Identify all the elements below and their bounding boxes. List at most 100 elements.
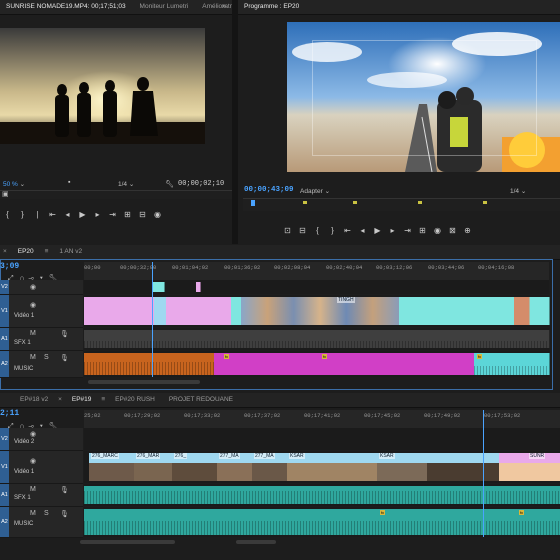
go-out-icon[interactable]: ⇥ [105,210,120,219]
timeline-top-timecode[interactable]: 3;09 [0,262,19,271]
program-fit[interactable]: Adapter ⌄ [300,187,330,195]
video-clip[interactable]: 276_MAR [134,453,173,481]
audio-clip[interactable] [84,486,560,504]
track-id[interactable]: V1 [0,295,9,327]
track-header-a2[interactable]: A2 M S 🎙︎ MUSIC [0,351,83,378]
overwrite-icon[interactable]: ⊟ [135,210,150,219]
close-icon[interactable]: × [56,393,64,407]
audio-clip[interactable] [474,353,550,375]
panel-menu-icon[interactable]: ≡ [42,245,52,259]
mark-clip-icon[interactable]: | [30,210,45,219]
go-in-icon[interactable]: ⇤ [340,226,355,235]
insert-icon[interactable]: ⊞ [415,226,430,235]
tab-1an-v2[interactable]: 1 AN v2 [53,245,88,259]
timeline-top-ruler[interactable]: 00;00 00;00;32;00 00;01;04;02 00;01;36;0… [84,262,549,281]
eye-icon[interactable]: ◉ [30,457,36,465]
play-icon[interactable]: ▶ [370,226,385,235]
solo-icon[interactable]: S [44,354,49,361]
mark-in-icon[interactable]: { [310,226,325,235]
video-clip[interactable]: 276_MARC [89,453,135,481]
source-resolution[interactable]: 1/4 ⌄ [118,180,134,188]
track-id[interactable]: A1 [0,328,9,350]
mute-icon[interactable]: M [30,330,36,337]
source-scrubber[interactable]: ▣ [0,190,232,199]
audio-clip[interactable] [84,353,215,375]
panel-menu-icon[interactable]: » [222,3,226,10]
source-zoom[interactable]: 50 % ⌄ [3,180,25,188]
step-back-icon[interactable]: ◂ [355,226,370,235]
video-clip[interactable] [399,297,472,325]
program-timecode[interactable]: 00;00;43;09 [244,186,294,194]
timeline-bottom-timecode[interactable]: 2;11 [0,409,19,418]
track-header-a1[interactable]: A1 M 🎙︎ SFX 1 [0,484,83,507]
video-clip[interactable] [196,282,201,292]
go-in-icon[interactable]: ⇤ [45,210,60,219]
close-icon[interactable]: × [0,245,10,259]
tab-amelioration[interactable]: Amélioratn [196,0,232,14]
track-header-v1[interactable]: V1 ◉ Vidéo 1 [0,295,83,328]
video-clip[interactable] [152,282,165,292]
export-frame-icon[interactable]: ◉ [430,226,445,235]
track-header-v2[interactable]: V2 ◉ Vidéo 2 [0,428,83,451]
program-scrubber[interactable] [243,198,560,211]
lift-icon[interactable]: ⊡ [280,226,295,235]
step-forward-icon[interactable]: ▸ [90,210,105,219]
timeline-bottom-scrollbar[interactable] [80,540,175,544]
panel-divider[interactable] [232,0,238,244]
video-clip[interactable]: 277_MA [217,453,253,481]
track-header-a1[interactable]: A1 M 🎙︎ SFX 1 [0,328,83,351]
video-clip[interactable]: 276_ [172,453,218,481]
tab-program[interactable]: Programme : EP20 [238,0,305,14]
mute-icon[interactable]: M [30,510,36,517]
playhead-top[interactable] [152,262,153,377]
extract-icon[interactable]: ⊟ [295,226,310,235]
video-clip[interactable] [84,297,155,325]
mic-icon[interactable]: 🎙︎ [60,330,69,338]
mark-in-icon[interactable]: { [0,210,15,219]
mute-icon[interactable]: M [30,354,36,361]
camera-icon[interactable]: ▣ [2,190,9,198]
playhead-marker[interactable] [251,200,255,206]
video-clip[interactable] [427,453,500,481]
program-resolution[interactable]: 1/4 ⌄ [510,187,526,195]
tab-ep20[interactable]: EP20 [12,245,40,259]
playhead-bottom[interactable] [483,410,484,537]
audio-clip[interactable] [84,330,550,348]
insert-icon[interactable]: ⊞ [120,210,135,219]
step-forward-icon[interactable]: ▸ [385,226,400,235]
go-out-icon[interactable]: ⇥ [400,226,415,235]
video-clip-thumbnails[interactable]: TINGH [241,297,400,325]
track-header-v1[interactable]: V1 ◉ Vidéo 1 [0,451,83,484]
timeline-top-scrollbar[interactable] [88,380,200,384]
video-clip[interactable] [471,297,550,325]
video-clip[interactable]: KSAR [377,453,428,481]
video-clip[interactable]: 277_MA [252,453,288,481]
audio-clip[interactable] [214,353,320,375]
video-clip[interactable]: KSAR [287,453,378,481]
track-header-v2[interactable]: V2 ◉ [0,280,83,295]
track-id[interactable]: V2 [0,428,9,450]
tab-ep20-rush[interactable]: EP#20 RUSH [109,393,161,407]
mic-icon[interactable]: 🎙︎ [60,354,69,362]
audio-clip[interactable] [84,509,560,535]
video-clip[interactable] [166,297,232,325]
timeline-bottom-scrollbar-right[interactable] [236,540,276,544]
mute-icon[interactable]: M [30,486,36,493]
tab-ep18[interactable]: EP#18 v2 [0,393,54,407]
mark-out-icon[interactable]: } [15,210,30,219]
tab-projet-redouane[interactable]: PROJET REDOUANE [163,393,239,407]
eye-icon[interactable]: ◉ [30,301,36,309]
tab-source[interactable]: SUNRISE NOMADE19.MP4: 00;17;51;03 [0,0,132,14]
track-id[interactable]: V1 [0,451,9,483]
wrench-icon[interactable]: 🔧︎ [165,180,174,188]
compare-icon[interactable]: ⊠ [445,226,460,235]
tab-lumetri[interactable]: Moniteur Lumetri [134,0,195,14]
track-id[interactable]: A1 [0,484,9,506]
mic-icon[interactable]: 🎙︎ [60,486,69,494]
mark-out-icon[interactable]: } [325,226,340,235]
vr-icon[interactable]: ⊕ [460,226,475,235]
track-id[interactable]: V2 [0,280,9,294]
step-back-icon[interactable]: ◂ [60,210,75,219]
panel-menu-icon[interactable]: ≡ [99,393,107,407]
video-clip[interactable]: SUNR [499,453,560,481]
